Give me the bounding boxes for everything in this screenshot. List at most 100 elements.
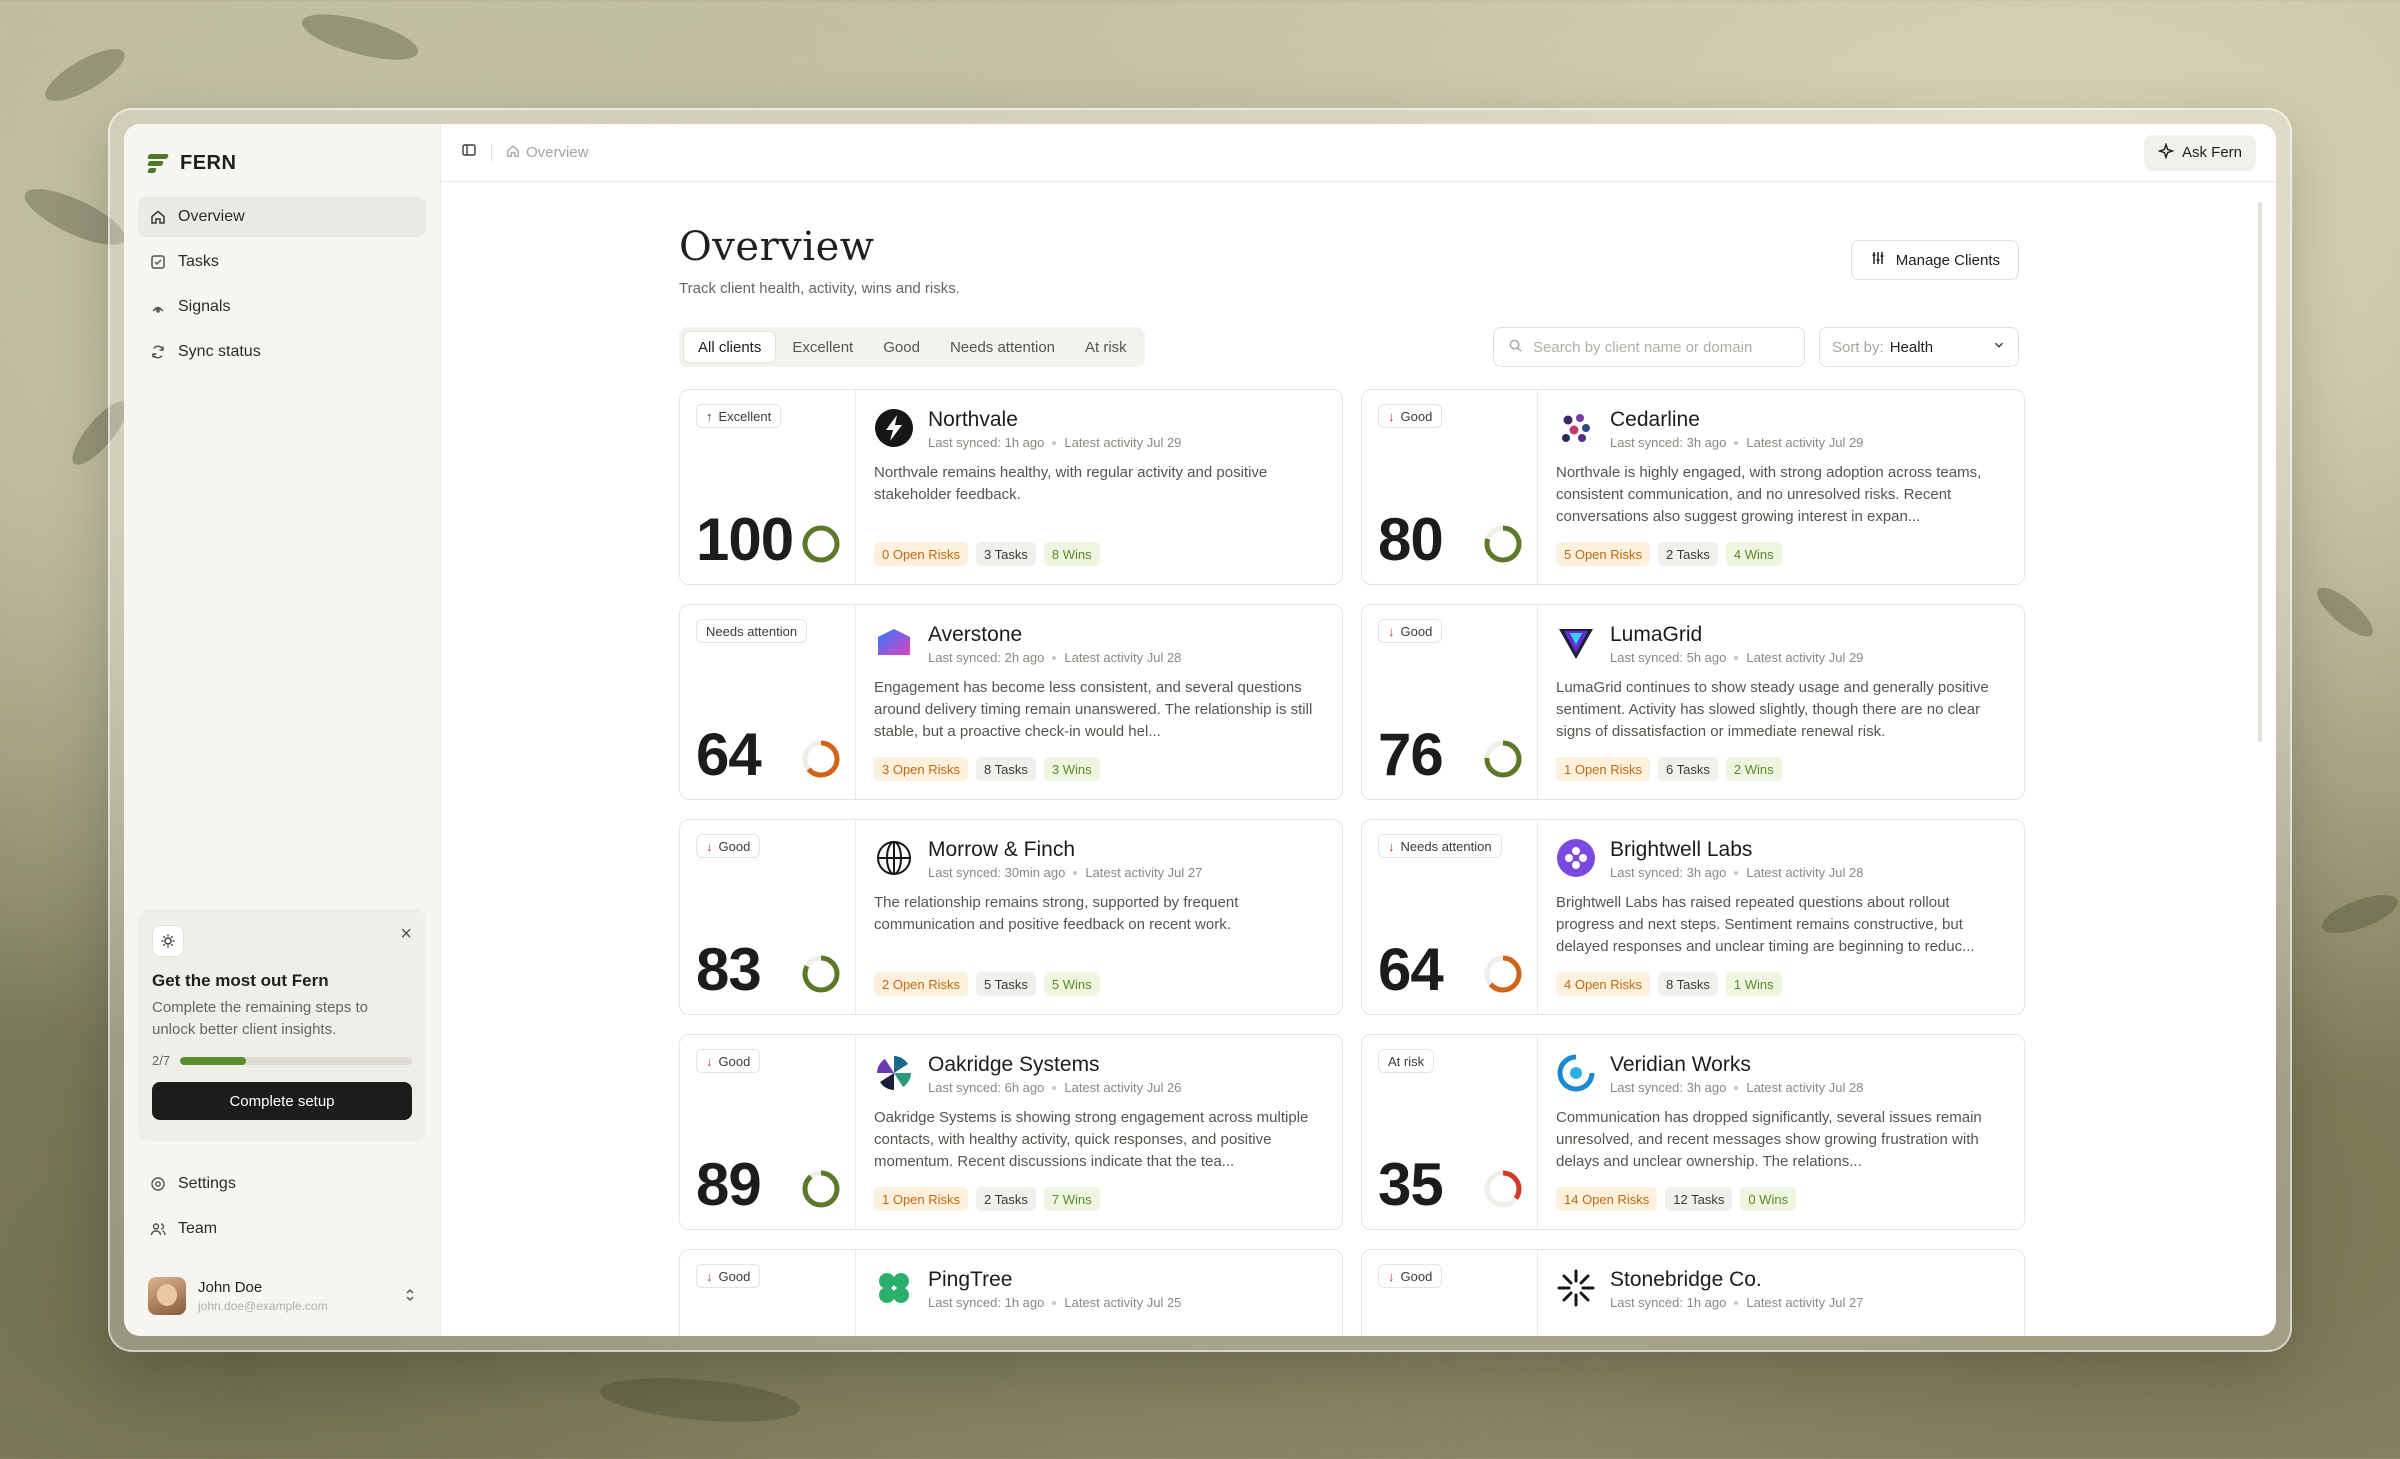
tab-needs-attention[interactable]: Needs attention (936, 331, 1069, 363)
client-card[interactable]: ↓ Good 80 Cedarline Last synced: 3h ago Lates… (1361, 389, 2025, 585)
brand[interactable]: FERN (138, 146, 426, 197)
client-name[interactable]: LumaGrid (1610, 623, 1863, 647)
status-label: Good (1400, 408, 1433, 424)
client-name[interactable]: Cedarline (1610, 408, 1863, 432)
status-badge: ↑ Excellent (696, 404, 782, 428)
client-health: ↓ Good 83 (680, 820, 856, 1014)
client-pills: 5 Open Risks 2 Tasks 4 Wins (1556, 542, 1782, 566)
health-score: 83 (696, 936, 762, 1003)
client-card[interactable]: Needs attention 64 Averstone Last synced: 2… (679, 604, 1343, 800)
client-health: ↓ Good (1362, 1250, 1538, 1336)
client-details: Brightwell Labs Last synced: 3h ago Latest… (1538, 820, 2024, 1014)
breadcrumb[interactable]: Overview (506, 144, 589, 162)
status-label: Good (718, 1053, 751, 1069)
manage-clients-label: Manage Clients (1895, 251, 2000, 269)
setup-promo-card: × Get the most out Fern Complete the rem… (138, 909, 426, 1141)
sidebar-item-label: Overview (178, 208, 245, 225)
client-pills: 3 Open Risks 8 Tasks 3 Wins (874, 757, 1100, 781)
ask-fern-label: Ask Fern (2181, 144, 2242, 161)
latest-activity: Latest activity Jul 26 (1064, 1080, 1182, 1095)
tab-at-risk[interactable]: At risk (1071, 331, 1141, 363)
checkbox-icon (150, 254, 166, 270)
last-synced: Last synced: 5h ago (1610, 650, 1727, 665)
user-menu[interactable]: John Doe john.doe@example.com (138, 1270, 426, 1322)
client-name[interactable]: Morrow & Finch (928, 838, 1202, 862)
ask-fern-button[interactable]: Ask Fern (2143, 134, 2256, 171)
client-name[interactable]: Northvale (928, 408, 1181, 432)
health-ring (801, 739, 841, 779)
complete-setup-button[interactable]: Complete setup (152, 1082, 412, 1120)
sidebar-item-label: Settings (178, 1175, 236, 1192)
meta-separator (1734, 655, 1739, 660)
client-name[interactable]: Averstone (928, 623, 1181, 647)
last-synced: Last synced: 2h ago (928, 650, 1045, 665)
sidebar-item-signals[interactable]: Signals (138, 287, 426, 327)
tasks-badge: 5 Tasks (976, 972, 1036, 996)
sidebar-item-sync-status[interactable]: Sync status (138, 332, 426, 372)
client-meta: Last synced: 3h ago Latest activity Jul 2… (1610, 865, 1863, 880)
sort-value: Health (1889, 338, 1934, 356)
progress-count: 2/7 (152, 1053, 171, 1068)
client-summary: Northvale is highly engaged, with strong… (1556, 464, 1982, 525)
health-score: 76 (1378, 721, 1444, 788)
sidebar-item-team[interactable]: Team (138, 1209, 426, 1249)
wins-badge: 7 Wins (1043, 1187, 1100, 1211)
client-details: Veridian Works Last synced: 3h ago Latest … (1538, 1035, 2024, 1229)
client-card[interactable]: ↓ Good 89 Oakridge Systems Last synced: 6h a… (679, 1034, 1343, 1230)
sidebar-toggle-icon[interactable] (461, 142, 477, 163)
client-meta: Last synced: 5h ago Latest activity Jul 2… (1610, 650, 1863, 665)
home-icon (150, 209, 166, 225)
close-icon[interactable]: × (400, 923, 412, 946)
main-panel: Overview Ask Fern Overview Track client … (440, 124, 2276, 1336)
client-pills: 1 Open Risks 6 Tasks 2 Wins (1556, 757, 1782, 781)
client-details: PingTree Last synced: 1h ago Latest activi… (856, 1250, 1342, 1336)
health-ring (1483, 1169, 1523, 1209)
client-name[interactable]: Brightwell Labs (1610, 838, 1863, 862)
client-card[interactable]: ↓ Good Stonebridge Co. Last synced: 1h ago L… (1361, 1249, 2025, 1336)
client-name[interactable]: Veridian Works (1610, 1053, 1863, 1077)
client-health: At risk 35 (1362, 1035, 1538, 1229)
setup-progress: 2/7 (152, 1053, 412, 1068)
tab-excellent[interactable]: Excellent (778, 331, 867, 363)
client-card[interactable]: At risk 35 Veridian Works Last synced: 3h a… (1361, 1034, 2025, 1230)
wins-badge: 4 Wins (1725, 542, 1782, 566)
client-card[interactable]: ↓ Good PingTree Last synced: 1h ago Latest a… (679, 1249, 1343, 1336)
sidebar-item-overview[interactable]: Overview (138, 197, 426, 237)
search-input[interactable]: Search by client name or domain (1493, 327, 1805, 367)
client-name[interactable]: Stonebridge Co. (1610, 1268, 1863, 1292)
health-score: 64 (1378, 936, 1444, 1003)
client-summary: Northvale remains healthy, with regular … (874, 464, 1268, 503)
last-synced: Last synced: 1h ago (1610, 1295, 1727, 1310)
tab-good[interactable]: Good (869, 331, 934, 363)
arrow-down-icon: ↓ (706, 1268, 713, 1284)
manage-clients-button[interactable]: Manage Clients (1850, 240, 2019, 280)
chevron-down-icon (1992, 338, 2006, 356)
client-card[interactable]: ↓ Good 83 Morrow & Finch Last synced: 30min … (679, 819, 1343, 1015)
sidebar-item-tasks[interactable]: Tasks (138, 242, 426, 282)
sort-select[interactable]: Sort by: Health (1819, 327, 2019, 367)
client-card[interactable]: ↓ Good 76 LumaGrid Last synced: 5h ago Latest… (1361, 604, 2025, 800)
home-icon (506, 144, 520, 162)
arrow-down-icon: ↓ (1388, 1268, 1395, 1284)
sidebar-item-label: Tasks (178, 253, 219, 270)
client-card[interactable]: ↓ Needs attention 64 Brightwell Labs Last sy… (1361, 819, 2025, 1015)
gear-icon (150, 1176, 166, 1192)
client-summary: Brightwell Labs has raised repeated ques… (1556, 894, 1975, 955)
client-name[interactable]: Oakridge Systems (928, 1053, 1181, 1077)
status-badge: ↓ Good (696, 1049, 761, 1073)
tab-all-clients[interactable]: All clients (683, 331, 777, 363)
latest-activity: Latest activity Jul 25 (1064, 1295, 1182, 1310)
client-card[interactable]: ↑ Excellent 100 Northvale Last synced: 1h ag… (679, 389, 1343, 585)
progress-fill (180, 1056, 247, 1065)
scrollbar[interactable] (2258, 202, 2262, 742)
search-icon (1508, 338, 1523, 357)
client-summary: Communication has dropped significantly,… (1556, 1109, 1982, 1170)
starburst-logo-icon (1556, 1268, 1596, 1308)
sliders-icon (1870, 250, 1886, 270)
pinwheel-logo-icon (874, 1053, 914, 1093)
last-synced: Last synced: 6h ago (928, 1080, 1045, 1095)
client-pills: 2 Open Risks 5 Tasks 5 Wins (874, 972, 1100, 996)
client-summary: Oakridge Systems is showing strong engag… (874, 1109, 1309, 1170)
sidebar-item-settings[interactable]: Settings (138, 1164, 426, 1204)
client-name[interactable]: PingTree (928, 1268, 1181, 1292)
